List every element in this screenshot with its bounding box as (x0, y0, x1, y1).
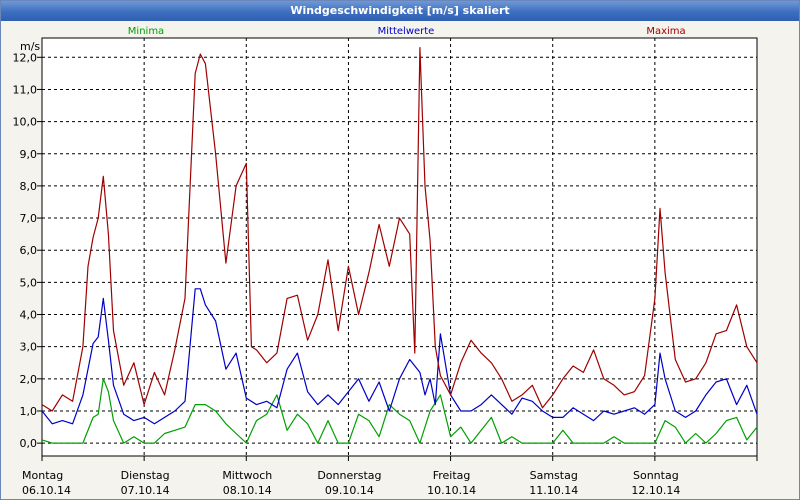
x-tick-date-1: 07.10.14 (121, 484, 170, 497)
y-tick-label-2: 2,0 (20, 373, 38, 386)
x-tick-date-3: 09.10.14 (325, 484, 374, 497)
x-tick-date-5: 11.10.14 (529, 484, 578, 497)
y-tick-label-9: 9,0 (20, 148, 38, 161)
x-tick-day-4: Freitag (433, 469, 471, 482)
y-axis-unit: m/s (20, 40, 40, 53)
x-tick-day-5: Samstag (530, 469, 578, 482)
y-tick-label-10: 10,0 (13, 116, 38, 129)
legend-minima: Minima (128, 26, 164, 37)
y-tick-label-4: 4,0 (20, 309, 38, 322)
y-tick-label-8: 8,0 (20, 180, 38, 193)
y-tick-label-3: 3,0 (20, 341, 38, 354)
x-tick-date-4: 10.10.14 (427, 484, 476, 497)
y-axis: 0,0 1,0 2,0 3,0 4,0 5,0 6,0 7,0 8,0 9,0 10,0 11,0 12… (13, 51, 42, 450)
y-tick-label-5: 5,0 (20, 276, 38, 289)
y-tick-label-11: 11,0 (13, 83, 38, 96)
x-tick-day-0: Montag (22, 469, 63, 482)
y-tick-label-0: 0,0 (20, 437, 38, 450)
plot-area (41, 37, 758, 457)
wind-speed-chart: 0,0 1,0 2,0 3,0 4,0 5,0 6,0 7,0 8,0 9,0 10,0 11,0 12… (13, 26, 758, 497)
y-tick-label-12: 12,0 (13, 51, 38, 64)
legend-maxima: Maxima (646, 26, 685, 37)
x-axis: Montag 06.10.14 Dienstag 07.10.14 Mittwoch 08… (22, 456, 758, 497)
legend-mittelwerte: Mittelwerte (378, 26, 435, 37)
y-tick-label-6: 6,0 (20, 244, 38, 257)
x-tick-day-3: Donnerstag (317, 469, 381, 482)
x-tick-day-1: Dienstag (121, 469, 170, 482)
x-tick-date-2: 08.10.14 (223, 484, 272, 497)
y-tick-label-1: 1,0 (20, 405, 38, 418)
x-tick-date-6: 12.10.14 (631, 484, 680, 497)
x-tick-date-0: 06.10.14 (22, 484, 71, 497)
x-tick-day-6: Sonntag (633, 469, 679, 482)
x-tick-day-2: Mittwoch (222, 469, 272, 482)
y-tick-label-7: 7,0 (20, 212, 38, 225)
